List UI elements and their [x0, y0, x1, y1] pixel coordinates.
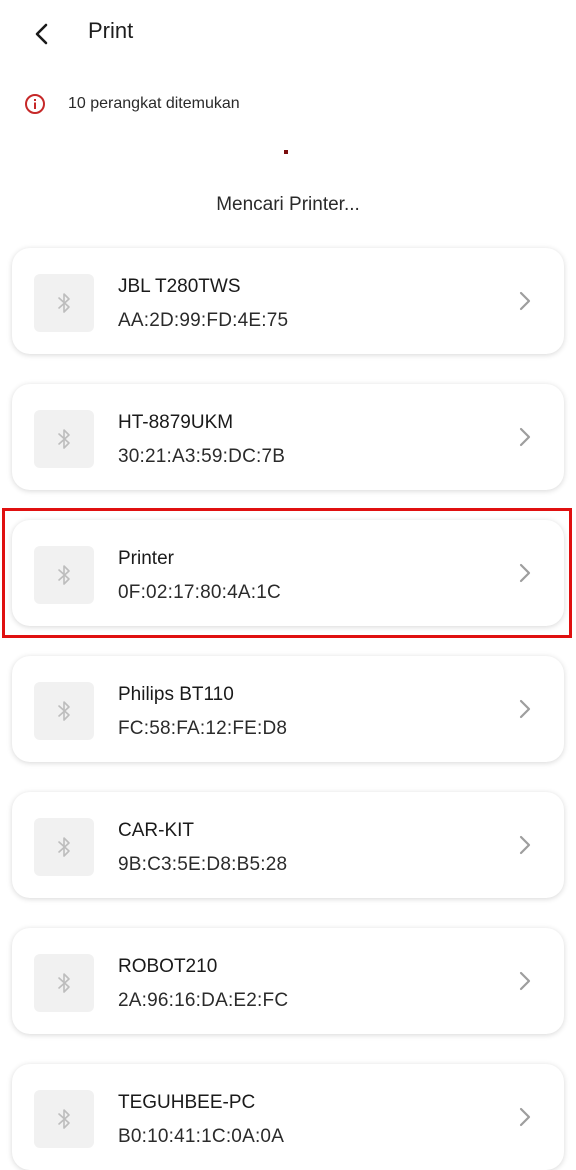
device-mac-address: AA:2D:99:FD:4E:75: [118, 310, 289, 331]
bluetooth-tile: [34, 682, 94, 740]
device-card-teguhbee-pc[interactable]: TEGUHBEE-PC B0:10:41:1C:0A:0A: [12, 1064, 564, 1170]
bluetooth-tile: [34, 954, 94, 1012]
info-circle-icon: [25, 94, 45, 114]
page-title: Print: [88, 18, 134, 43]
devices-found-status: 10 perangkat ditemukan: [24, 92, 240, 116]
device-name: TEGUHBEE-PC: [118, 1092, 256, 1113]
bluetooth-tile: [34, 274, 94, 332]
bluetooth-icon: [58, 837, 70, 857]
chevron-right-icon: [519, 971, 531, 991]
device-card-robot210[interactable]: ROBOT210 2A:96:16:DA:E2:FC: [12, 928, 564, 1034]
device-name: ROBOT210: [118, 956, 218, 977]
bluetooth-tile: [34, 818, 94, 876]
searching-label: Mencari Printer...: [216, 194, 360, 215]
device-card-philips-bt110[interactable]: Philips BT110 FC:58:FA:12:FE:D8: [12, 656, 564, 762]
device-mac-address: FC:58:FA:12:FE:D8: [118, 718, 288, 739]
device-mac-address: 0F:02:17:80:4A:1C: [118, 582, 281, 603]
device-card-jbl-t280tws[interactable]: JBL T280TWS AA:2D:99:FD:4E:75: [12, 248, 564, 354]
chevron-left-icon: [35, 23, 48, 45]
device-card-car-kit[interactable]: CAR-KIT 9B:C3:5E:D8:B5:28: [12, 792, 564, 898]
device-mac-address: 30:21:A3:59:DC:7B: [118, 446, 286, 467]
device-name: CAR-KIT: [118, 820, 194, 841]
bluetooth-tile: [34, 546, 94, 604]
chevron-right-icon: [519, 835, 531, 855]
loading-indicator: [284, 150, 288, 154]
bluetooth-icon: [58, 565, 70, 585]
device-card-printer[interactable]: Printer 0F:02:17:80:4A:1C: [12, 520, 564, 626]
device-name: Philips BT110: [118, 684, 234, 705]
chevron-right-icon: [519, 699, 531, 719]
device-mac-address: 9B:C3:5E:D8:B5:28: [118, 854, 288, 875]
device-mac-address: B0:10:41:1C:0A:0A: [118, 1126, 285, 1147]
chevron-right-icon: [519, 291, 531, 311]
device-name: HT-8879UKM: [118, 412, 234, 433]
bluetooth-icon: [58, 701, 70, 721]
bluetooth-icon: [58, 1109, 70, 1129]
devices-found-text: 10 perangkat ditemukan: [68, 95, 240, 112]
device-mac-address: 2A:96:16:DA:E2:FC: [118, 990, 289, 1011]
bluetooth-icon: [58, 973, 70, 993]
device-name: Printer: [118, 548, 174, 569]
back-button[interactable]: [22, 16, 62, 52]
bluetooth-icon: [58, 293, 70, 313]
device-card-ht-8879ukm[interactable]: HT-8879UKM 30:21:A3:59:DC:7B: [12, 384, 564, 490]
chevron-right-icon: [519, 427, 531, 447]
chevron-right-icon: [519, 1107, 531, 1127]
bluetooth-tile: [34, 1090, 94, 1148]
bluetooth-icon: [58, 429, 70, 449]
chevron-right-icon: [519, 563, 531, 583]
bluetooth-tile: [34, 410, 94, 468]
device-name: JBL T280TWS: [118, 276, 241, 297]
app-bar: Print: [0, 0, 576, 68]
